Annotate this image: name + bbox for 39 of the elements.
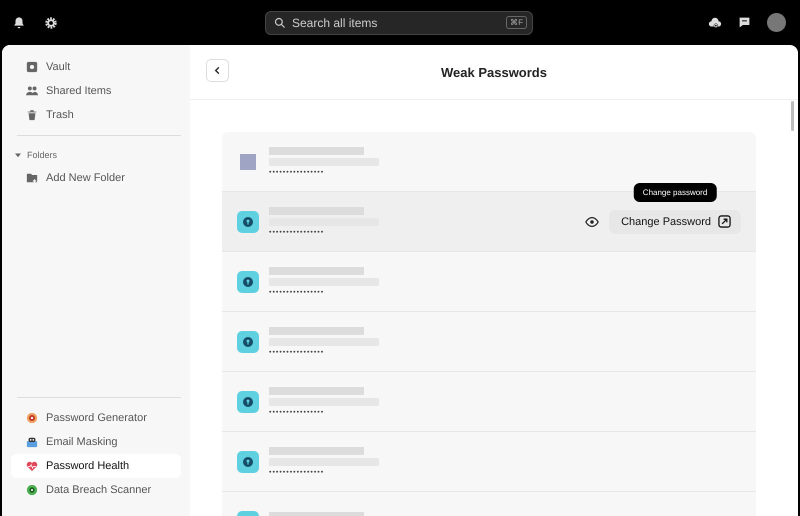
sidebar-item[interactable]: Trash xyxy=(11,103,181,127)
page-title: Weak Passwords xyxy=(441,64,547,80)
site-thumbnail xyxy=(240,154,256,170)
tooltip: Change password xyxy=(634,182,716,202)
cloud-sync-icon[interactable] xyxy=(708,16,722,30)
dial-icon xyxy=(26,412,38,424)
trash-icon xyxy=(26,109,38,121)
scrollbar[interactable] xyxy=(791,101,794,131)
settings-icon[interactable] xyxy=(44,16,58,30)
safe-icon xyxy=(26,61,38,73)
heart-icon xyxy=(26,460,38,472)
shortcut-hint: ⌘F xyxy=(506,16,527,28)
back-button[interactable] xyxy=(206,59,229,82)
sidebar-item[interactable]: Shared Items xyxy=(11,79,181,103)
avatar[interactable] xyxy=(767,13,786,32)
eye-icon[interactable] xyxy=(585,214,600,228)
folder-plus-icon xyxy=(26,172,38,184)
people-icon xyxy=(26,85,38,97)
sidebar-item[interactable]: Data Breach Scanner xyxy=(11,478,181,502)
sidebar-item[interactable]: Vault xyxy=(11,55,181,79)
keyhole-icon xyxy=(237,390,259,412)
sidebar-item[interactable]: Password Health xyxy=(11,454,181,478)
folders-toggle[interactable]: Folders xyxy=(11,144,181,166)
mask-icon xyxy=(26,436,38,448)
sidebar-item[interactable]: Password Generator xyxy=(11,406,181,430)
external-link-icon xyxy=(718,215,731,228)
sidebar-item[interactable]: Add New Folder xyxy=(11,166,181,190)
caret-icon xyxy=(15,152,21,158)
sidebar-item[interactable]: Email Masking xyxy=(11,430,181,454)
notification-bell-icon[interactable] xyxy=(12,16,26,30)
keyhole-icon xyxy=(237,270,259,292)
chat-icon[interactable] xyxy=(738,16,751,29)
keyhole-icon xyxy=(237,330,259,352)
keyhole-icon xyxy=(237,210,259,232)
search-icon xyxy=(274,16,286,28)
keyhole-icon xyxy=(237,450,259,472)
chevron-left-icon xyxy=(213,66,222,75)
change-password-button[interactable]: Change Password xyxy=(609,210,741,234)
target-icon xyxy=(26,484,38,496)
